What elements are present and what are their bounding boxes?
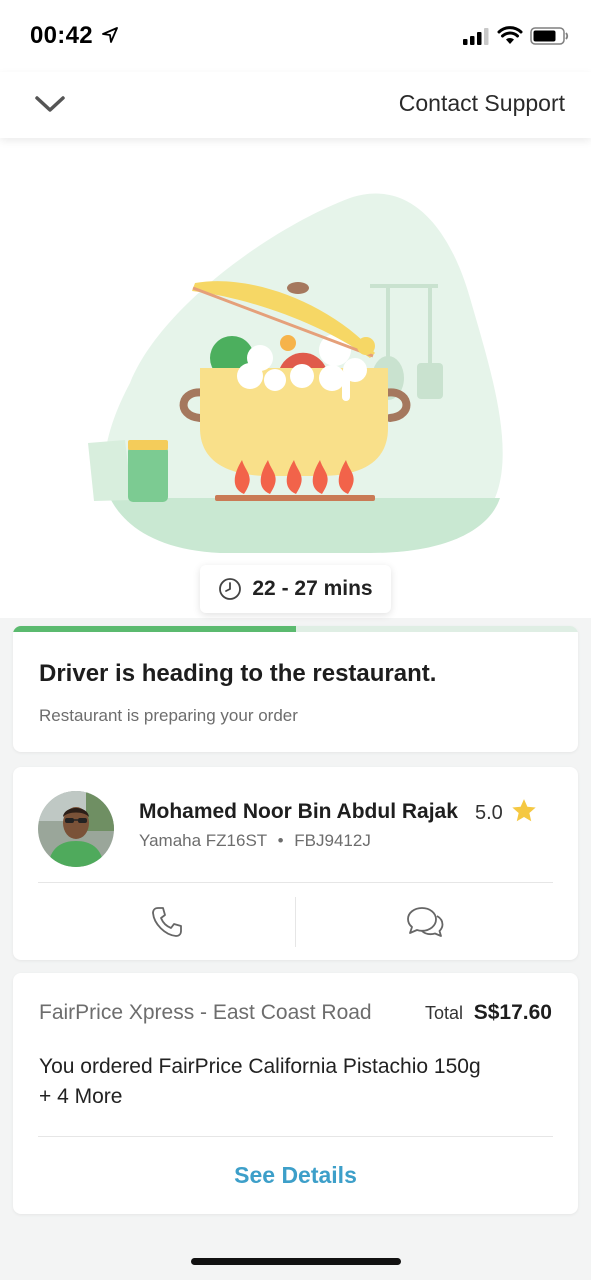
order-summary-card: FairPrice Xpress - East Coast Road Total…	[13, 973, 578, 1214]
status-title: Driver is heading to the restaurant.	[39, 660, 437, 687]
location-arrow-icon	[102, 27, 118, 43]
call-driver-button[interactable]	[38, 883, 295, 960]
total-label: Total	[425, 1003, 464, 1023]
home-indicator	[191, 1258, 401, 1265]
driver-name: Mohamed Noor Bin Abdul Rajak	[139, 800, 458, 823]
progress-bar	[13, 626, 578, 632]
clock-icon	[219, 578, 242, 600]
more-items-text: + 4 More	[39, 1085, 123, 1108]
wifi-icon	[497, 26, 523, 44]
eta-badge: 22 - 27 mins	[200, 565, 391, 613]
vehicle-info: Yamaha FZ16ST • FBJ9412J	[139, 831, 371, 851]
see-details-button[interactable]: See Details	[13, 1137, 578, 1214]
chat-bubbles-icon	[406, 906, 443, 937]
chat-driver-button[interactable]	[296, 883, 553, 960]
driver-card: Mohamed Noor Bin Abdul Rajak 5.0 Yamaha …	[13, 767, 578, 960]
vehicle-model: Yamaha FZ16ST	[139, 831, 267, 850]
phone-icon	[151, 906, 182, 937]
total-value: S$17.60	[473, 1001, 552, 1024]
ordered-items-text: You ordered FairPrice California Pistach…	[39, 1055, 481, 1078]
top-header: Contact Support	[0, 72, 591, 138]
avatar	[38, 791, 114, 867]
store-name: FairPrice Xpress - East Coast Road	[39, 1001, 372, 1024]
status-subtitle: Restaurant is preparing your order	[39, 706, 298, 725]
chevron-down-icon[interactable]	[32, 89, 68, 119]
contact-support-link[interactable]: Contact Support	[399, 90, 565, 117]
cellular-signal-icon	[463, 28, 489, 45]
order-status-card: Driver is heading to the restaurant. Res…	[13, 626, 578, 752]
battery-icon	[530, 27, 569, 45]
vehicle-separator: •	[277, 831, 284, 850]
eta-text: 22 - 27 mins	[252, 577, 373, 600]
driver-rating: 5.0	[475, 802, 503, 824]
cooking-pot-illustration	[88, 193, 503, 553]
star-icon	[512, 799, 536, 822]
vehicle-plate: FBJ9412J	[294, 831, 371, 850]
hero-section: 22 - 27 mins	[0, 138, 591, 618]
status-time: 00:42	[30, 22, 93, 49]
progress-fill	[13, 626, 296, 632]
status-bar: 00:42	[0, 0, 591, 72]
